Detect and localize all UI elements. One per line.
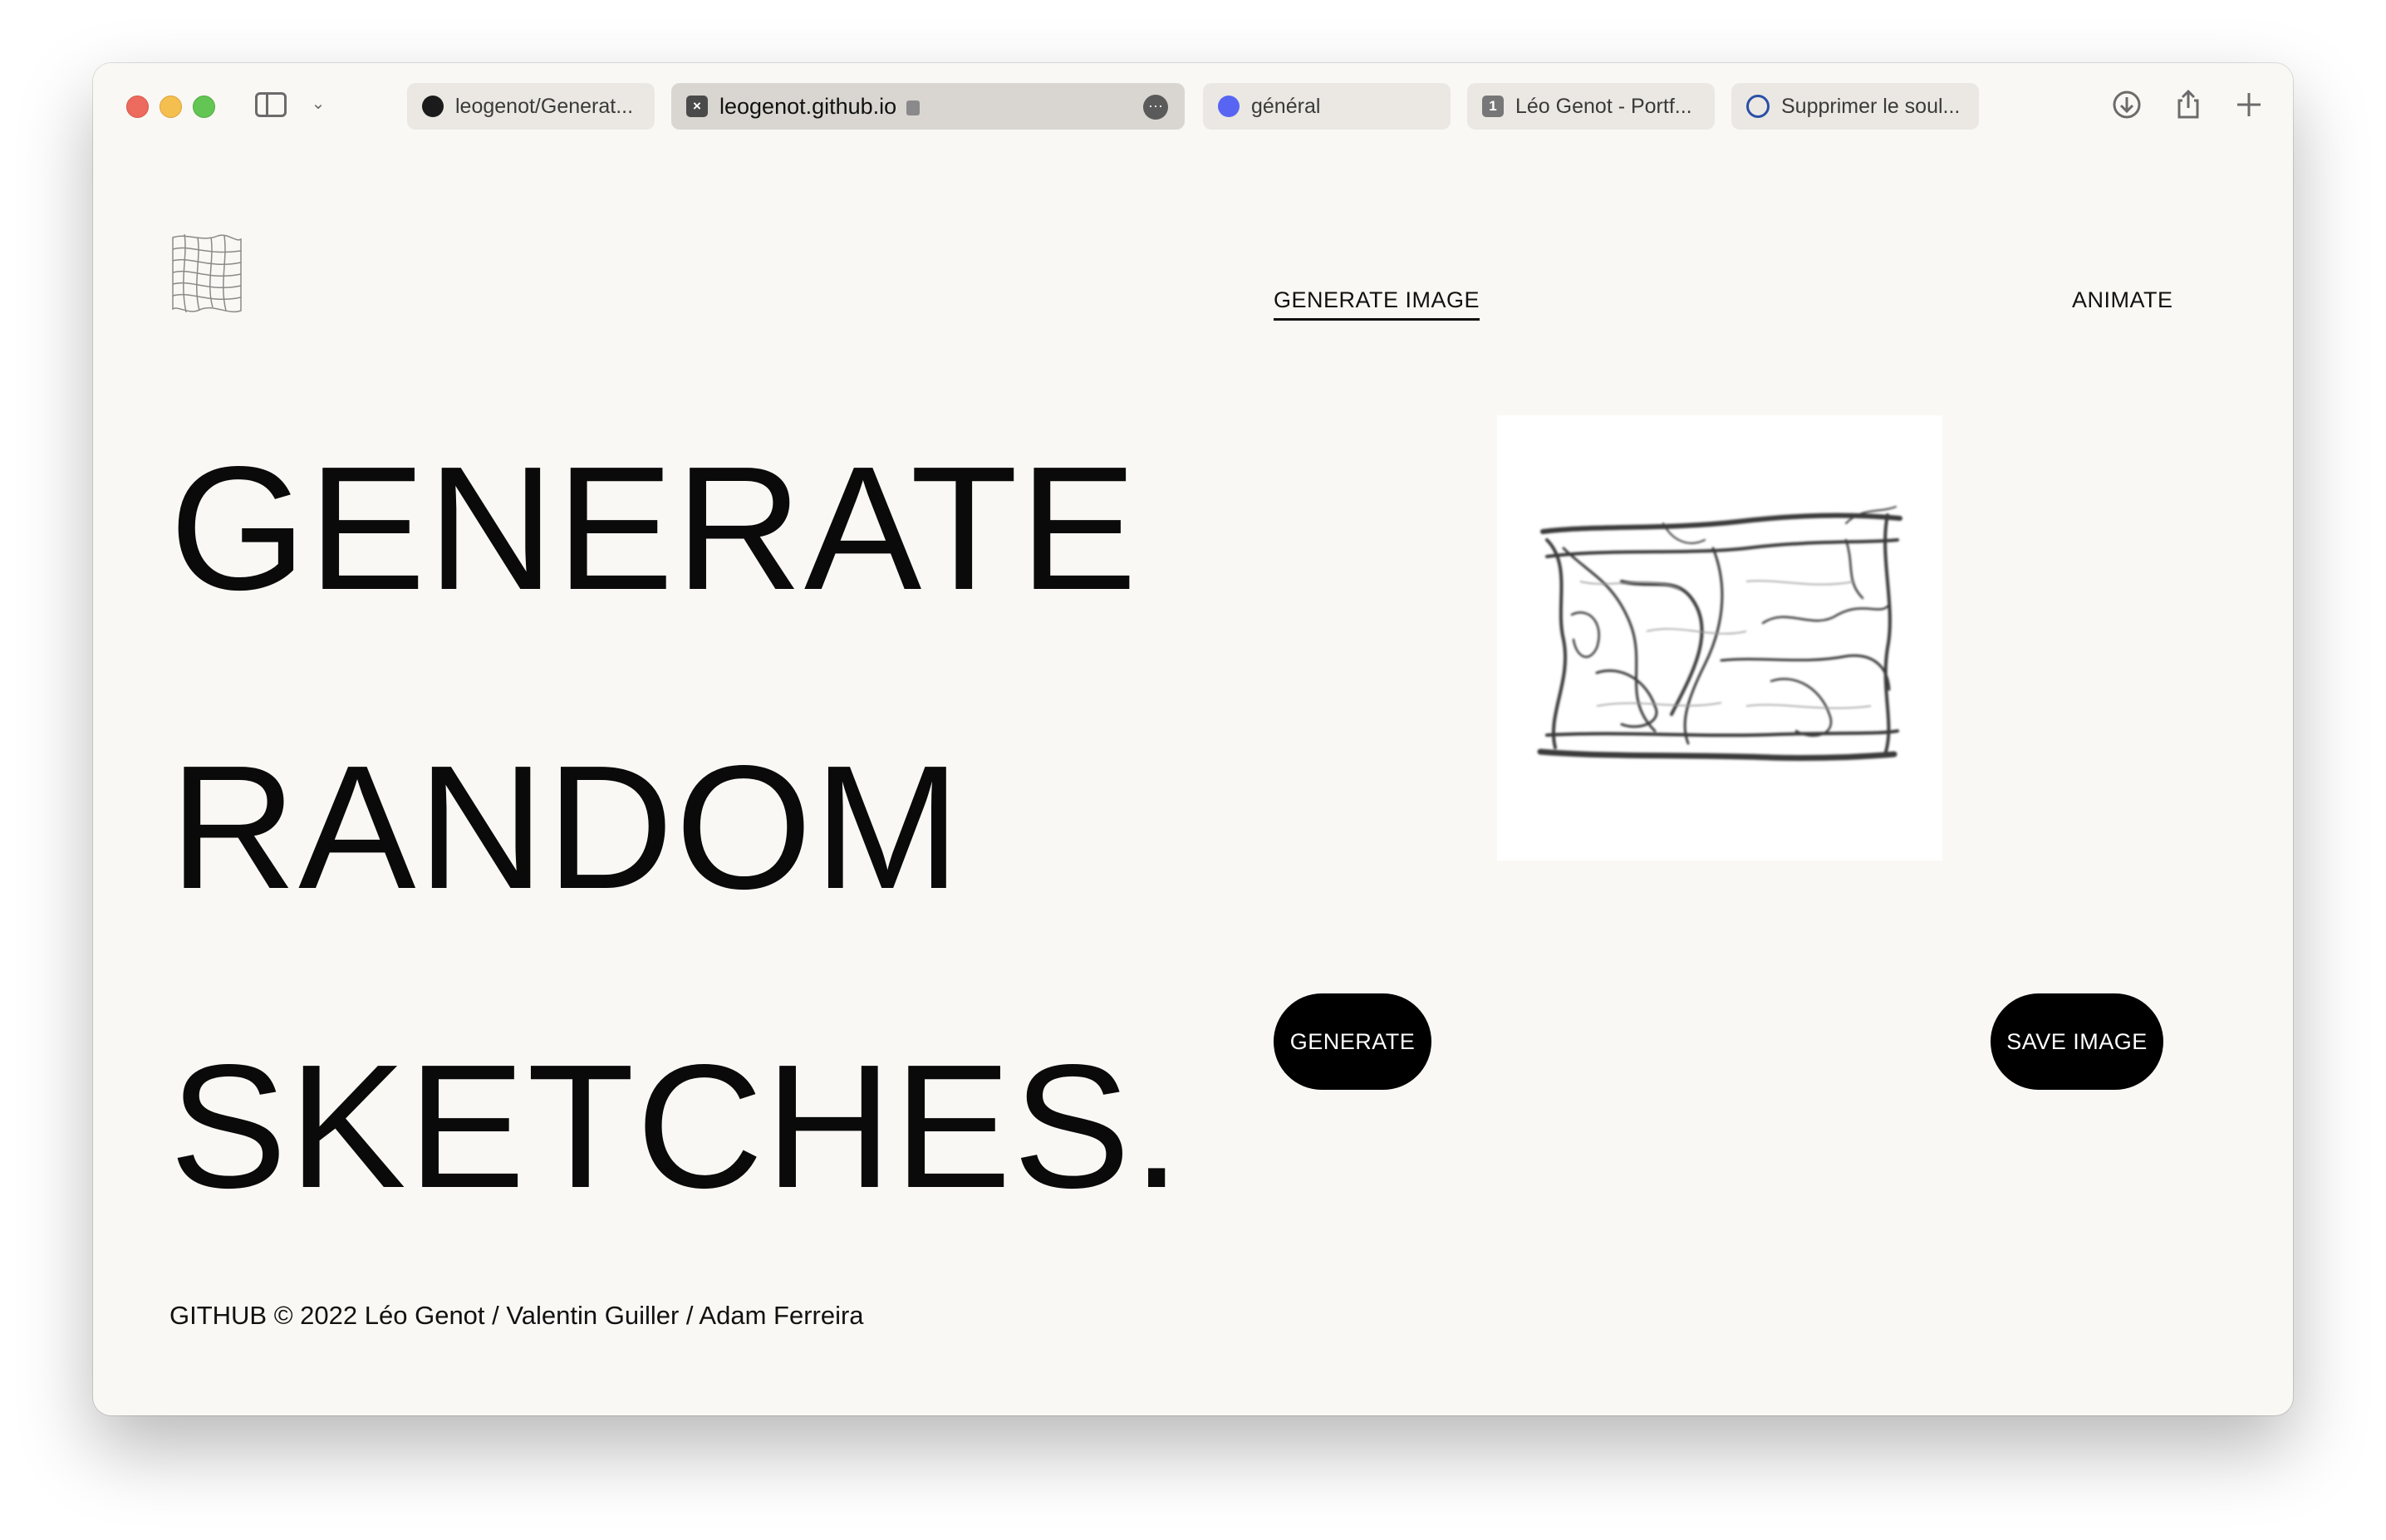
tab-github[interactable]: leogenot/Generat...	[407, 83, 655, 130]
nav-animate[interactable]: ANIMATE	[2072, 287, 2173, 318]
site-icon: ×	[686, 96, 708, 117]
download-icon[interactable]	[2110, 88, 2143, 121]
new-tab-icon[interactable]	[2232, 88, 2266, 121]
tab-discord[interactable]: général	[1203, 83, 1451, 130]
headline-line-1: GENERATE	[169, 429, 1139, 626]
tab-leogenot-site[interactable]: × leogenot.github.io ···	[671, 83, 1185, 130]
browser-toolbar: ⌄ leogenot/Generat... × leogenot.github.…	[93, 63, 2293, 148]
footer-credits[interactable]: GITHUB © 2022 Léo Genot / Valentin Guill…	[169, 1301, 864, 1331]
tab-label: général	[1251, 94, 1321, 118]
headline-line-2: RANDOM	[169, 728, 963, 925]
nav-generate-image[interactable]: GENERATE IMAGE	[1274, 287, 1480, 321]
share-icon[interactable]	[2172, 88, 2205, 121]
chevron-down-icon[interactable]: ⌄	[307, 93, 329, 115]
lock-icon	[906, 101, 921, 115]
tab-label: Supprimer le soul...	[1781, 94, 1961, 118]
tab-supprimer[interactable]: Supprimer le soul...	[1731, 83, 1979, 130]
tab-label: leogenot/Generat...	[455, 94, 634, 118]
headline-line-3: SKETCHES.	[169, 1027, 1183, 1224]
tab-label: Léo Genot - Portf...	[1515, 94, 1692, 118]
gear-icon	[1746, 95, 1770, 118]
more-options-icon[interactable]: ···	[1143, 95, 1168, 120]
number-icon: 1	[1482, 96, 1504, 117]
discord-icon	[1218, 96, 1240, 117]
logo-icon[interactable]	[169, 231, 244, 316]
zoom-window-button[interactable]	[193, 96, 215, 118]
minimize-window-button[interactable]	[160, 96, 182, 118]
browser-window: ⌄ leogenot/Generat... × leogenot.github.…	[93, 63, 2293, 1415]
generated-sketch-image	[1497, 415, 1942, 861]
sidebar-toggle-icon[interactable]	[255, 92, 287, 117]
github-icon	[422, 96, 444, 117]
close-window-button[interactable]	[126, 96, 149, 118]
save-image-button[interactable]: SAVE IMAGE	[1991, 993, 2163, 1090]
generate-button[interactable]: GENERATE	[1274, 993, 1431, 1090]
tab-portfolio[interactable]: 1 Léo Genot - Portf...	[1467, 83, 1715, 130]
tab-label: leogenot.github.io	[719, 93, 897, 119]
